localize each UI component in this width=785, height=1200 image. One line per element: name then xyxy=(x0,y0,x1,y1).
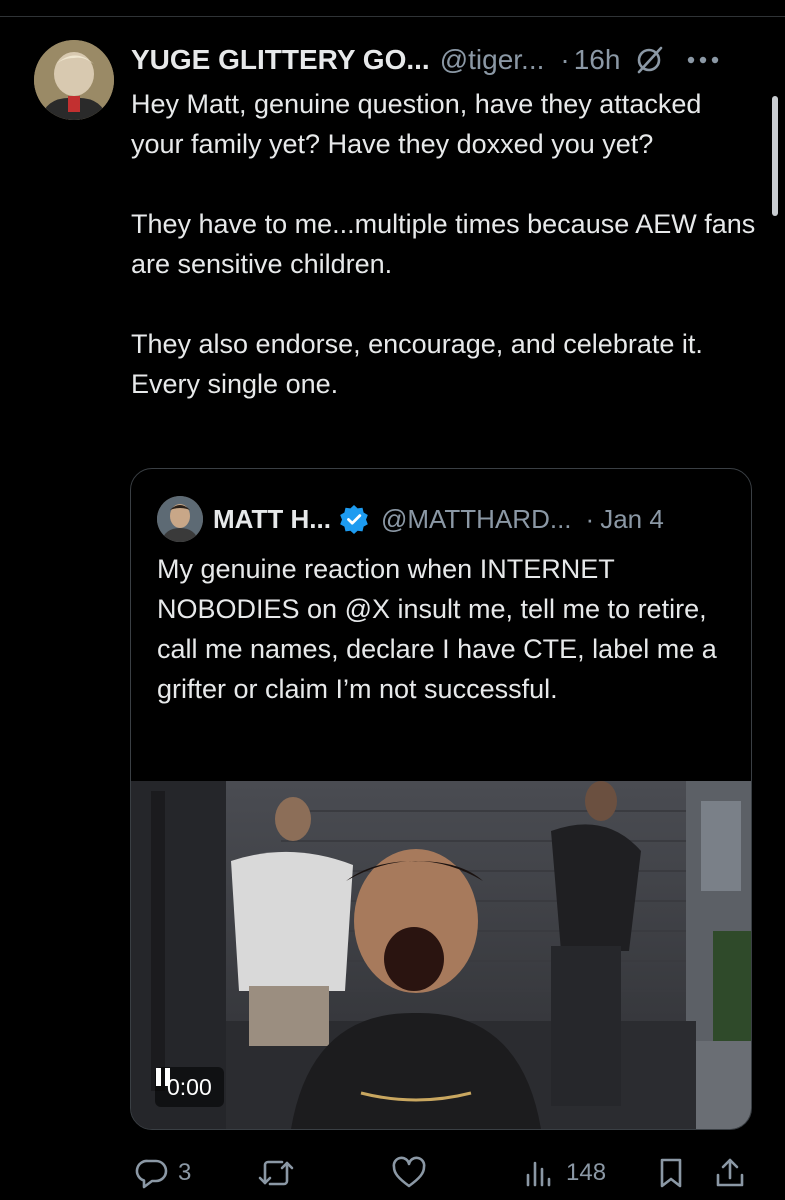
tweet-header: YUGE GLITTERY GO... @tiger... · 16h xyxy=(131,42,765,78)
quote-author-handle[interactable]: @MATTHARD... xyxy=(381,504,572,535)
more-dots-icon[interactable] xyxy=(686,55,720,65)
verified-badge-icon xyxy=(340,505,368,534)
repost-button[interactable] xyxy=(256,1148,296,1198)
separator-dot: · xyxy=(585,503,595,534)
author-handle[interactable]: @tiger... xyxy=(440,44,545,76)
pause-icon[interactable] xyxy=(155,1067,171,1087)
video-frame xyxy=(131,781,751,1129)
video-player[interactable]: 0:00 xyxy=(131,781,751,1129)
repost-icon xyxy=(258,1160,294,1186)
tweet-paragraph: They have to me...multiple times because… xyxy=(131,209,756,279)
share-button[interactable] xyxy=(712,1148,748,1198)
like-icon xyxy=(392,1156,426,1188)
author-avatar[interactable] xyxy=(34,40,114,120)
tweet-time[interactable]: 16h xyxy=(574,44,621,76)
views-button[interactable]: 148 xyxy=(522,1148,606,1198)
author-name[interactable]: YUGE GLITTERY GO... xyxy=(131,44,430,76)
scrollbar-thumb[interactable] xyxy=(772,96,778,216)
reply-button[interactable]: 3 xyxy=(134,1148,191,1198)
tweet-paragraph: Hey Matt, genuine question, have they at… xyxy=(131,89,702,159)
bookmark-button[interactable] xyxy=(656,1148,686,1198)
tweet-paragraph: They also endorse, encourage, and celebr… xyxy=(131,329,703,399)
quoted-tweet[interactable]: MATT H... @MATTHARD... · Jan 4 My genuin… xyxy=(130,468,752,1130)
share-icon xyxy=(716,1158,744,1187)
video-timer[interactable]: 0:00 xyxy=(155,1067,224,1107)
quote-header: MATT H... @MATTHARD... · Jan 4 xyxy=(157,496,733,542)
reply-icon xyxy=(135,1159,168,1189)
separator-dot: · xyxy=(560,44,570,75)
views-icon xyxy=(526,1161,551,1187)
views-count: 148 xyxy=(566,1159,607,1186)
tweet-text: Hey Matt, genuine question, have they at… xyxy=(131,84,761,404)
top-divider xyxy=(0,16,785,17)
quote-avatar[interactable] xyxy=(157,496,203,542)
reply-count: 3 xyxy=(178,1159,192,1186)
bookmark-icon xyxy=(660,1158,682,1188)
quote-date[interactable]: Jan 4 xyxy=(600,504,664,535)
quote-author-name[interactable]: MATT H... xyxy=(213,504,331,535)
action-bar: 3 148 xyxy=(0,1148,785,1198)
grok-slash-icon[interactable] xyxy=(634,45,664,75)
like-button[interactable] xyxy=(390,1148,428,1198)
quote-text: My genuine reaction when INTERNET NOBODI… xyxy=(157,554,717,704)
video-time: 0:00 xyxy=(167,1073,212,1100)
